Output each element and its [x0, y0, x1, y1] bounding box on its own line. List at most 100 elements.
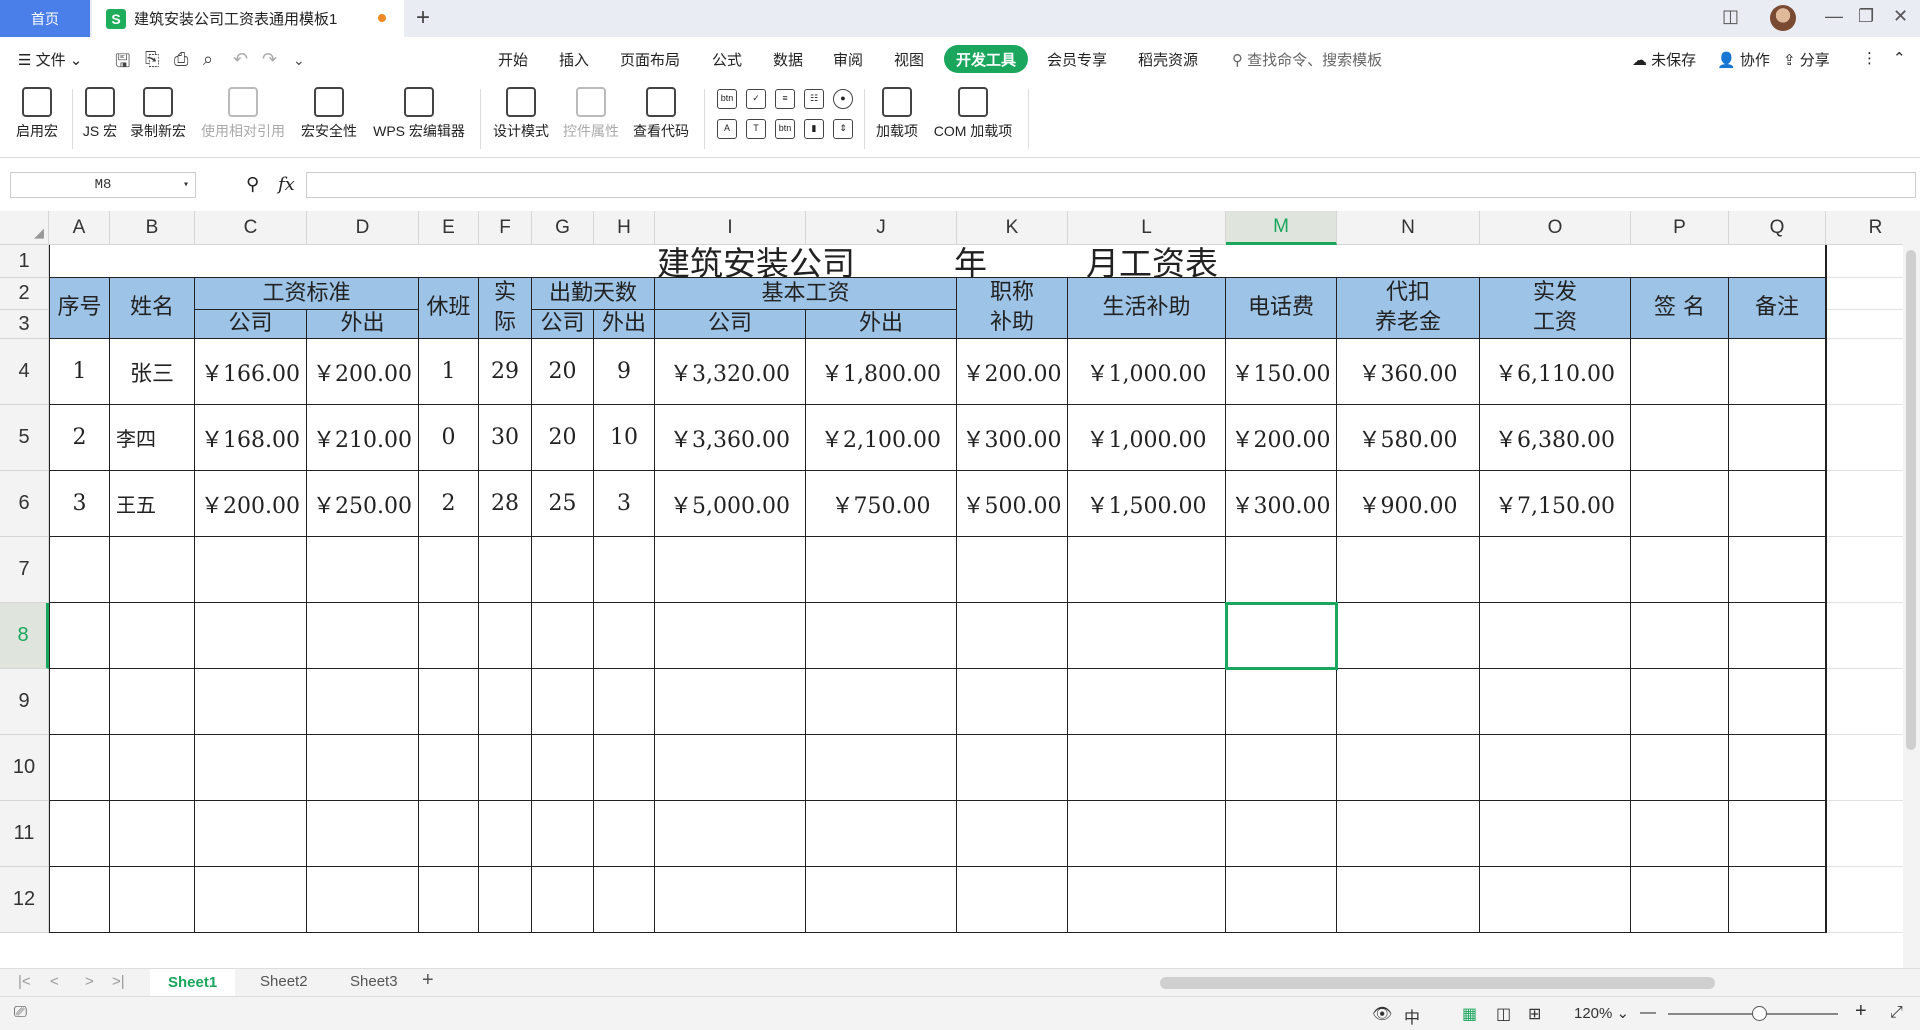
- empty-cell[interactable]: [419, 603, 479, 669]
- header-signature[interactable]: 签 名: [1631, 278, 1729, 339]
- empty-cell[interactable]: [1631, 867, 1729, 933]
- empty-cell[interactable]: [1068, 867, 1226, 933]
- header-rest[interactable]: 休班: [419, 278, 479, 339]
- header-title-allowance[interactable]: 职称 补助: [957, 278, 1068, 339]
- normal-view-icon[interactable]: ▦: [1462, 1004, 1477, 1024]
- table-cell[interactable]: 29: [479, 339, 532, 405]
- header-remark[interactable]: 备注: [1729, 278, 1826, 339]
- empty-cell[interactable]: [806, 603, 957, 669]
- undo-icon[interactable]: ↶: [233, 49, 248, 70]
- header-phone-fee[interactable]: 电话费: [1226, 278, 1337, 339]
- view-code-button[interactable]: 查看代码: [628, 87, 694, 141]
- record-macro-button[interactable]: 录制新宏: [126, 87, 190, 141]
- empty-cell[interactable]: [655, 801, 806, 867]
- close-button[interactable]: ✕: [1893, 6, 1908, 27]
- addins-button[interactable]: 加载项: [872, 87, 922, 141]
- empty-cell[interactable]: [307, 735, 419, 801]
- empty-cell[interactable]: [479, 801, 532, 867]
- empty-cell[interactable]: [419, 735, 479, 801]
- empty-cell[interactable]: [1337, 669, 1480, 735]
- empty-cell[interactable]: [1068, 537, 1226, 603]
- empty-cell[interactable]: [419, 669, 479, 735]
- table-cell[interactable]: ￥200.00: [307, 339, 419, 405]
- table-cell[interactable]: ￥200.00: [195, 471, 307, 537]
- row-header-3[interactable]: 3: [0, 310, 49, 339]
- column-header-h[interactable]: H: [594, 211, 655, 245]
- table-cell[interactable]: ￥210.00: [307, 405, 419, 471]
- column-header-f[interactable]: F: [479, 211, 532, 245]
- empty-cell[interactable]: [1226, 867, 1337, 933]
- empty-cell[interactable]: [1631, 801, 1729, 867]
- empty-cell[interactable]: [479, 603, 532, 669]
- table-cell[interactable]: 0: [419, 405, 479, 471]
- table-cell[interactable]: ￥300.00: [1226, 471, 1337, 537]
- empty-cell[interactable]: [110, 801, 195, 867]
- empty-cell[interactable]: [49, 537, 110, 603]
- table-cell[interactable]: ￥1,800.00: [806, 339, 957, 405]
- empty-cell[interactable]: [110, 537, 195, 603]
- empty-cell[interactable]: [594, 735, 655, 801]
- table-cell[interactable]: ￥250.00: [307, 471, 419, 537]
- table-cell[interactable]: ￥6,380.00: [1480, 405, 1631, 471]
- table-cell[interactable]: ￥6,110.00: [1480, 339, 1631, 405]
- enable-macro-button[interactable]: 启用宏: [12, 87, 62, 141]
- empty-cell[interactable]: [655, 669, 806, 735]
- empty-cell[interactable]: [957, 801, 1068, 867]
- empty-cell[interactable]: [49, 669, 110, 735]
- empty-cell[interactable]: [594, 603, 655, 669]
- empty-cell[interactable]: [1337, 801, 1480, 867]
- active-cell-cursor[interactable]: [1225, 602, 1338, 670]
- empty-cell[interactable]: [594, 801, 655, 867]
- column-header-e[interactable]: E: [419, 211, 479, 245]
- empty-cell[interactable]: [307, 801, 419, 867]
- empty-cell[interactable]: [307, 603, 419, 669]
- empty-cell[interactable]: [532, 801, 594, 867]
- table-cell[interactable]: ￥150.00: [1226, 339, 1337, 405]
- empty-cell[interactable]: [594, 537, 655, 603]
- empty-cell[interactable]: [1729, 867, 1826, 933]
- empty-cell[interactable]: [1337, 735, 1480, 801]
- row-header-5[interactable]: 5: [0, 405, 49, 471]
- header-wage-company[interactable]: 公司: [195, 310, 307, 339]
- table-cell[interactable]: 30: [479, 405, 532, 471]
- header-base-outside[interactable]: 外出: [806, 310, 957, 339]
- table-cell[interactable]: [1729, 339, 1826, 405]
- empty-cell[interactable]: [594, 669, 655, 735]
- collab-button[interactable]: 👤 协作: [1717, 49, 1770, 70]
- empty-cell[interactable]: [655, 867, 806, 933]
- empty-cell[interactable]: [49, 603, 110, 669]
- page-break-view-icon[interactable]: ⊞: [1528, 1004, 1541, 1024]
- redo-icon[interactable]: ↷: [262, 49, 277, 70]
- empty-cell[interactable]: [195, 735, 307, 801]
- empty-cell[interactable]: [419, 867, 479, 933]
- macro-record-status-icon[interactable]: ⎚: [14, 1004, 27, 1022]
- empty-cell[interactable]: [655, 537, 806, 603]
- empty-cell[interactable]: [49, 735, 110, 801]
- empty-cell[interactable]: [532, 669, 594, 735]
- scrollbar-control-icon[interactable]: ▮: [804, 119, 824, 139]
- minimize-button[interactable]: —: [1825, 6, 1843, 27]
- textbox-control-icon[interactable]: T: [746, 119, 766, 139]
- document-tab[interactable]: S 建筑安装公司工资表通用模板1: [92, 0, 404, 37]
- select-all-corner[interactable]: ◢: [0, 211, 49, 245]
- table-cell[interactable]: 9: [594, 339, 655, 405]
- empty-cell[interactable]: [110, 603, 195, 669]
- table-cell[interactable]: 1: [419, 339, 479, 405]
- header-attendance-outside[interactable]: 外出: [594, 310, 655, 339]
- com-addins-button[interactable]: COM 加载项: [928, 87, 1018, 141]
- spreadsheet-grid[interactable]: ◢ ABCDEFGHIJKLMNOPQR 1 2 3 4 5 6 7 8 9 10 11 12 建筑安…: [0, 211, 1920, 968]
- empty-cell[interactable]: [1729, 603, 1826, 669]
- table-cell[interactable]: ￥200.00: [1226, 405, 1337, 471]
- header-actual[interactable]: 实 际: [479, 278, 532, 339]
- table-cell[interactable]: 10: [594, 405, 655, 471]
- restore-button[interactable]: ❐: [1858, 6, 1874, 27]
- table-cell[interactable]: [1631, 405, 1729, 471]
- checkbox-control-icon[interactable]: ✓: [746, 89, 766, 109]
- empty-cell[interactable]: [1729, 735, 1826, 801]
- empty-cell[interactable]: [957, 603, 1068, 669]
- column-header-p[interactable]: P: [1631, 211, 1729, 245]
- empty-cell[interactable]: [1226, 801, 1337, 867]
- table-cell[interactable]: 28: [479, 471, 532, 537]
- zoom-in-button[interactable]: +: [1855, 1000, 1867, 1023]
- prev-sheet-icon[interactable]: <: [50, 973, 59, 990]
